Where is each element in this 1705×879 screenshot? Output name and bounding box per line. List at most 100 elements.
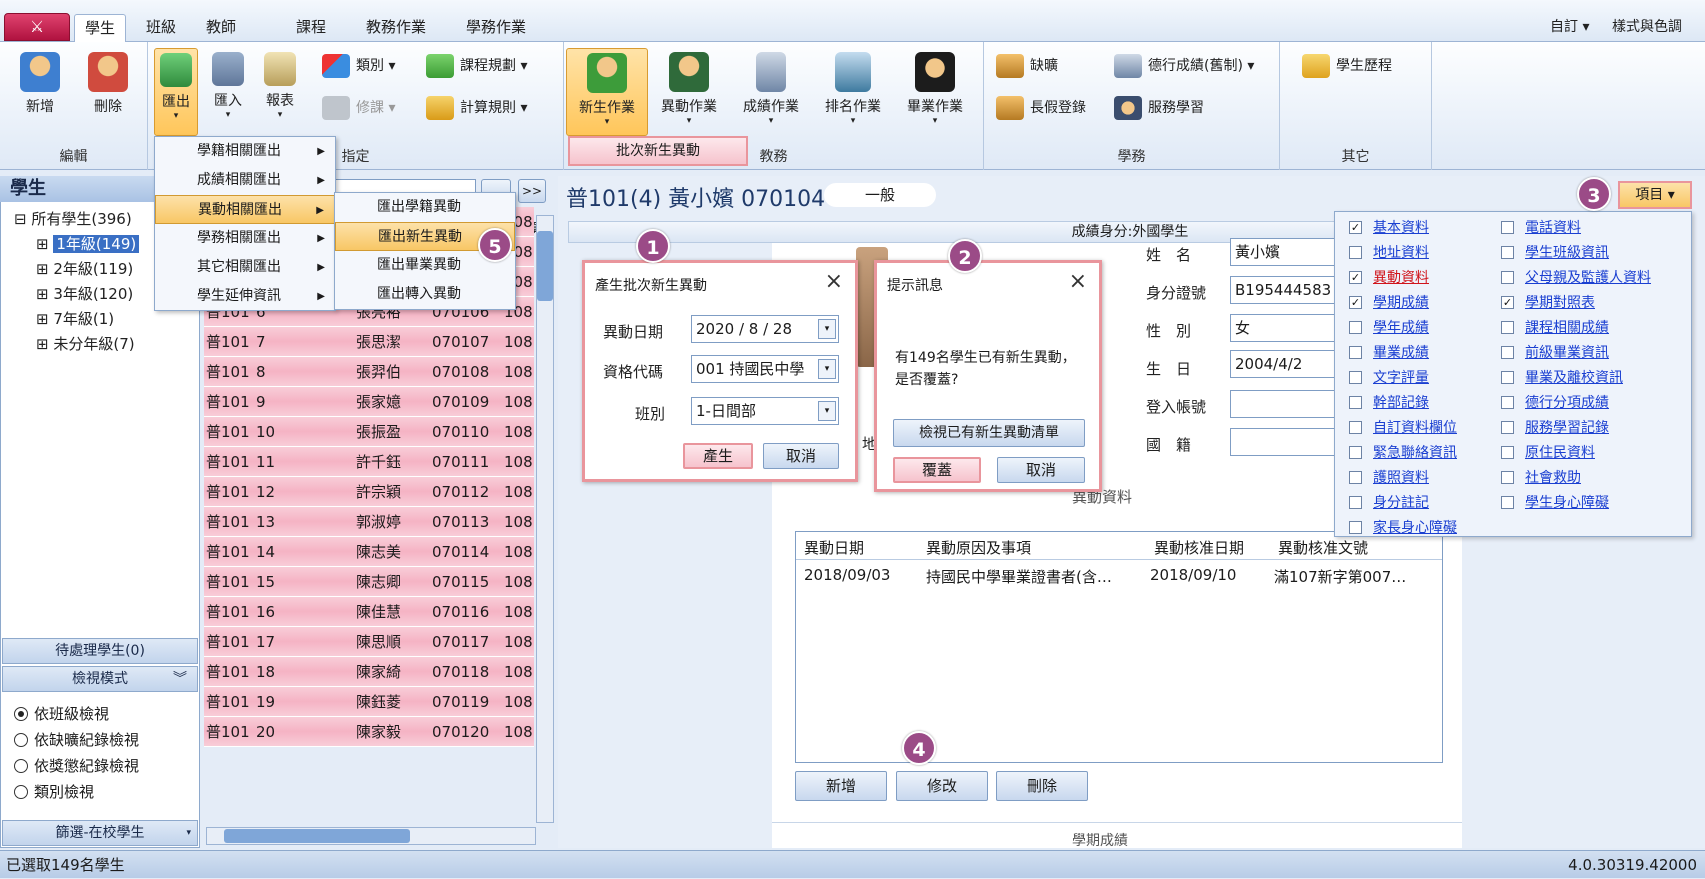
horizontal-scroll-thumb[interactable] (224, 829, 410, 843)
rank-button[interactable]: 排名作業 ▾ (816, 48, 890, 136)
customize-menu[interactable]: 自訂 ▾ (1550, 16, 1589, 36)
add-student-button[interactable]: 新增 (10, 48, 70, 136)
item-link[interactable]: 學期成績 (1373, 293, 1429, 313)
item-checkbox[interactable] (1349, 321, 1362, 334)
list-vertical-scrollbar[interactable] (536, 215, 554, 823)
radio-by-class[interactable]: 依班級檢視 (14, 701, 109, 727)
service-learning-button[interactable]: 服務學習 (1112, 94, 1252, 122)
table-row[interactable]: 普101 17 陳思順 070117 108 (204, 627, 534, 657)
grid-cell-approve-date[interactable]: 2018/09/10 (1150, 566, 1236, 584)
close-icon[interactable]: × (1069, 269, 1087, 294)
menu-export-extended[interactable]: 學生延伸資訊 ▶ (155, 282, 335, 311)
date-picker[interactable]: 2020 / 8 / 28 ▾ (691, 315, 839, 343)
item-link[interactable]: 地址資料 (1373, 243, 1429, 263)
item-link[interactable]: 社會救助 (1525, 468, 1581, 488)
item-checkbox[interactable]: ✓ (1349, 271, 1362, 284)
name-field[interactable]: 黃小嬪 (1230, 238, 1340, 266)
table-row[interactable]: 普101 10 張振盈 070110 108 (204, 417, 534, 447)
category-button[interactable]: 類別 ▾ (320, 52, 430, 80)
item-checkbox[interactable] (1501, 246, 1514, 259)
cancel-button[interactable]: 取消 (763, 443, 839, 469)
item-link[interactable]: 緊急聯絡資訊 (1373, 443, 1457, 463)
item-link[interactable]: 異動資料 (1373, 268, 1429, 288)
transfer-button[interactable]: 異動作業 ▾ (652, 48, 726, 136)
item-checkbox[interactable] (1349, 246, 1362, 259)
tab-academic-affairs[interactable]: 教務作業 (356, 14, 436, 42)
item-checkbox[interactable] (1349, 371, 1362, 384)
tab-student-affairs[interactable]: 學務作業 (456, 14, 536, 42)
item-link[interactable]: 學生身心障礙 (1525, 493, 1609, 513)
radio-by-absence[interactable]: 依缺曠紀錄檢視 (14, 727, 139, 753)
view-existing-list-button[interactable]: 檢視已有新生異動清單 (893, 419, 1085, 447)
tab-class[interactable]: 班級 (136, 14, 186, 42)
grid-cell-reason[interactable]: 持國民中學畢業證書者(含… (926, 566, 1112, 587)
menu-export-transfer[interactable]: 異動相關匯出 ▶ (155, 195, 335, 224)
item-link[interactable]: 服務學習記錄 (1525, 418, 1609, 438)
grid-cell-approve-no[interactable]: 滿107新字第007… (1274, 566, 1406, 587)
nation-field[interactable] (1230, 428, 1340, 456)
repair-course-button[interactable]: 修課 ▾ (320, 94, 430, 122)
export-button[interactable]: 匯出 ▾ (154, 48, 198, 136)
item-checkbox[interactable] (1501, 321, 1514, 334)
tab-teacher[interactable]: 教師 (196, 14, 246, 42)
item-link[interactable]: 幹部記錄 (1373, 393, 1429, 413)
cancel-button[interactable]: 取消 (997, 457, 1085, 483)
item-checkbox[interactable] (1349, 396, 1362, 409)
edit-transfer-button[interactable]: 修改 (896, 771, 988, 801)
item-checkbox[interactable]: ✓ (1349, 296, 1362, 309)
table-row[interactable]: 普101 13 郭淑婷 070113 108 (204, 507, 534, 537)
table-row[interactable]: 普101 20 陳家毅 070120 108 (204, 717, 534, 747)
item-link[interactable]: 學生班級資訊 (1525, 243, 1609, 263)
calc-rule-button[interactable]: 計算規則 ▾ (424, 94, 560, 122)
item-checkbox[interactable]: ✓ (1501, 296, 1514, 309)
item-checkbox[interactable] (1349, 496, 1362, 509)
item-checkbox[interactable] (1349, 521, 1362, 534)
tree-grade-2[interactable]: ⊞ 2年級(119) (36, 257, 133, 281)
gender-field[interactable]: 女 (1230, 314, 1340, 342)
item-link[interactable]: 前級畢業資訊 (1525, 343, 1609, 363)
item-checkbox[interactable] (1501, 371, 1514, 384)
long-leave-button[interactable]: 長假登錄 (994, 94, 1114, 122)
student-history-button[interactable]: 學生歷程 (1300, 52, 1420, 80)
expand-button[interactable]: >> (518, 179, 546, 203)
item-checkbox[interactable] (1501, 496, 1514, 509)
item-link[interactable]: 學期對照表 (1525, 293, 1595, 313)
table-row[interactable]: 普101 14 陳志美 070114 108 (204, 537, 534, 567)
item-link[interactable]: 畢業成績 (1373, 343, 1429, 363)
graduate-button[interactable]: 畢業作業 ▾ (898, 48, 972, 136)
idno-field[interactable]: B195444583 (1230, 276, 1340, 304)
item-link[interactable]: 父母親及監護人資料 (1525, 268, 1651, 288)
item-checkbox[interactable] (1501, 271, 1514, 284)
table-row[interactable]: 普101 15 陳志卿 070115 108 (204, 567, 534, 597)
item-link[interactable]: 課程相關成績 (1525, 318, 1609, 338)
menu-export-transfer-in[interactable]: 匯出轉入異動 (335, 280, 515, 309)
conduct-button[interactable]: 德行成績(舊制) ▾ (1112, 52, 1280, 80)
items-dropdown-button[interactable]: 項目 ▾ (1618, 181, 1692, 209)
style-menu[interactable]: 樣式與色調 (1612, 16, 1682, 36)
login-field[interactable] (1230, 390, 1340, 418)
item-link[interactable]: 文字評量 (1373, 368, 1429, 388)
tree-grade-7[interactable]: ⊞ 7年級(1) (36, 307, 114, 331)
delete-transfer-button[interactable]: 刪除 (996, 771, 1088, 801)
item-checkbox[interactable] (1501, 221, 1514, 234)
table-row[interactable]: 普101 11 許千鈺 070111 108 (204, 447, 534, 477)
radio-by-reward[interactable]: 依獎懲紀錄檢視 (14, 753, 139, 779)
view-mode-header[interactable]: 檢視模式 ︾ (2, 666, 198, 692)
batch-new-student-transfer-button[interactable]: 批次新生異動 (568, 136, 748, 166)
course-plan-button[interactable]: 課程規劃 ▾ (424, 52, 560, 80)
pending-students-button[interactable]: 待處理學生(0) (2, 638, 198, 664)
item-checkbox[interactable] (1349, 421, 1362, 434)
delete-student-button[interactable]: 刪除 (78, 48, 138, 136)
tree-grade-1[interactable]: ⊞ 1年級(149) (36, 232, 140, 256)
item-link[interactable]: 原住民資料 (1525, 443, 1595, 463)
table-row[interactable]: 普101 7 張思潔 070107 108 (204, 327, 534, 357)
tree-all-students[interactable]: ⊟ 所有學生(396) (14, 207, 132, 231)
grid-header-date[interactable]: 異動日期 (804, 537, 864, 558)
menu-export-affairs[interactable]: 學務相關匯出 ▶ (155, 224, 335, 253)
grid-header-approve-date[interactable]: 異動核准日期 (1154, 537, 1244, 558)
item-link[interactable]: 自訂資料欄位 (1373, 418, 1457, 438)
grade-button[interactable]: 成績作業 ▾ (734, 48, 808, 136)
filter-dropdown[interactable]: 篩選-在校學生 ▾ (2, 820, 198, 846)
grid-cell-date[interactable]: 2018/09/03 (804, 566, 890, 584)
item-checkbox[interactable]: ✓ (1349, 221, 1362, 234)
